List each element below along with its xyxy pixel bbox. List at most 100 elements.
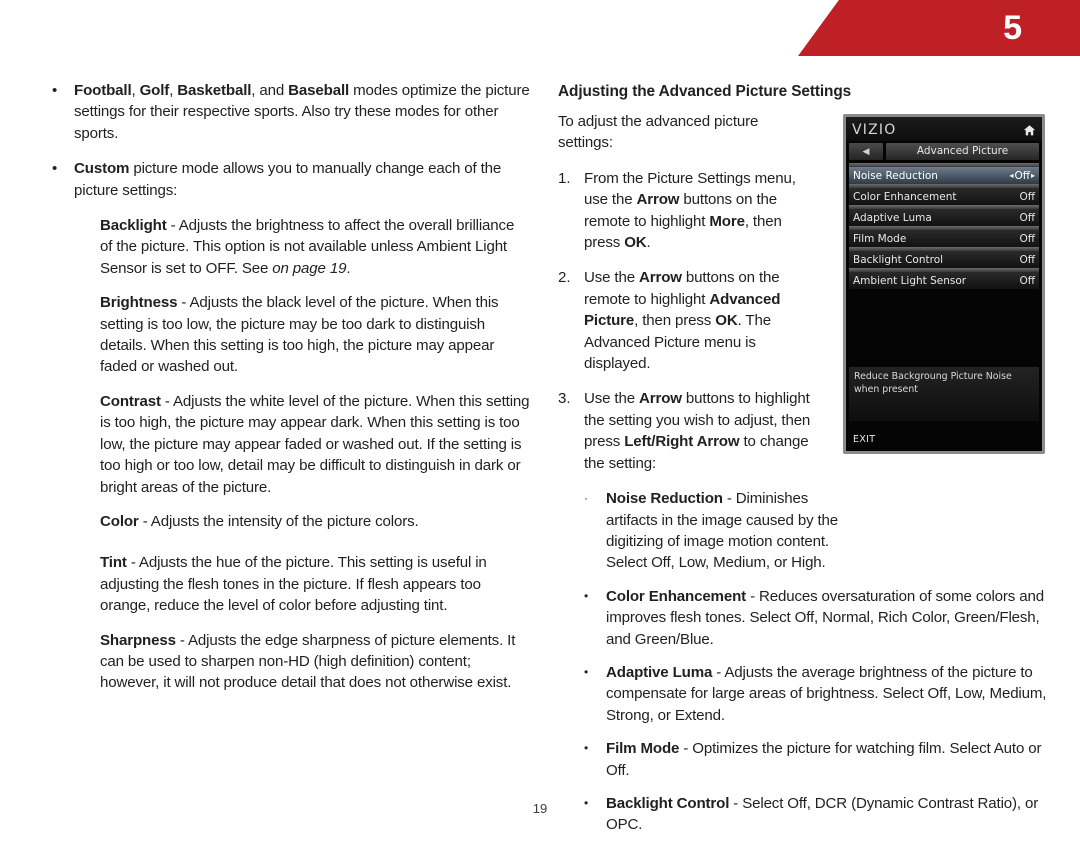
menu-exit-label[interactable]: EXIT (849, 434, 875, 445)
step-number: 3. (558, 390, 571, 408)
text-run: , and (251, 82, 289, 99)
setting-bullet-text: Noise Reduction - Diminishes artifacts i… (606, 488, 846, 574)
text-run: Use the (584, 390, 640, 408)
right-arrow-icon[interactable]: ▸ (1031, 171, 1035, 180)
tv-screen: VIZIO ◀ Advanced Picture Noise Reduction… (846, 117, 1042, 451)
menu-row[interactable]: Ambient Light Sensor Off (849, 272, 1039, 289)
menu-row[interactable]: Film Mode Off (849, 230, 1039, 247)
text-run: Tint (100, 554, 127, 572)
text-run: , (131, 82, 140, 99)
left-arrow-icon[interactable]: ◂ (1009, 171, 1013, 180)
text-run: Adaptive Luma (606, 663, 713, 681)
text-run: Golf (139, 82, 170, 99)
page-number-footer: 19 (532, 801, 548, 816)
home-icon[interactable] (1023, 124, 1036, 137)
text-run: picture mode allows you to manually chan… (74, 160, 502, 199)
bullet-marker: • (52, 160, 58, 178)
bullet-marker: • (584, 664, 589, 679)
menu-row[interactable]: Noise Reduction ◂ Off ▸ (849, 167, 1039, 184)
menu-row-value: Off (1020, 212, 1036, 224)
menu-row-value-text: Off (1019, 232, 1036, 245)
chapter-number: 5 (1003, 9, 1022, 47)
menu-help-panel: Reduce Backgroung Picture Noise when pre… (849, 367, 1039, 421)
setting-definition: Color - Adjusts the intensity of the pic… (100, 511, 530, 532)
menu-row[interactable]: Adaptive Luma Off (849, 209, 1039, 226)
left-bullet-list: • Football, Golf, Basketball, and Basebal… (52, 80, 530, 201)
back-arrow-icon: ◀ (862, 145, 870, 156)
setting-bullet-text: Color Enhancement - Reduces oversaturati… (606, 586, 1048, 650)
step-text: Use the Arrow buttons to highlight the s… (584, 388, 820, 474)
text-run: Brightness (100, 294, 178, 312)
menu-title: Advanced Picture (886, 142, 1039, 160)
menu-top-bar: VIZIO (846, 117, 1042, 141)
setting-definition: Backlight - Adjusts the brightness to af… (100, 215, 530, 279)
menu-title-bar: ◀ Advanced Picture (849, 142, 1039, 160)
setting-bullet-item: • Film Mode - Optimizes the picture for w… (584, 738, 1048, 781)
text-run: on page 19 (272, 259, 347, 277)
step-text: From the Picture Settings menu, use the … (584, 168, 820, 254)
picture-setting-definitions: Backlight - Adjusts the brightness to af… (52, 215, 530, 694)
text-run: , then press (634, 312, 716, 330)
text-run: OK (715, 312, 738, 330)
menu-row-label: Noise Reduction (853, 169, 938, 182)
bullet-item: • Football, Golf, Basketball, and Basebal… (52, 80, 530, 144)
text-run: - Adjusts the white level of the picture… (100, 392, 530, 496)
setting-bullet-item: • Adaptive Luma - Adjusts the average bri… (584, 662, 1048, 726)
text-run: Baseball (288, 82, 350, 99)
bullet-marker: • (52, 82, 58, 99)
menu-row-value: Off (1020, 254, 1036, 266)
menu-row[interactable]: Color Enhancement Off (849, 188, 1039, 205)
section-heading: Adjusting the Advanced Picture Settings (558, 83, 852, 100)
bullet-marker: • (584, 741, 589, 756)
text-run: OK (624, 234, 647, 252)
text-run: Contrast (100, 392, 161, 410)
setting-bullet-text: Adaptive Luma - Adjusts the average brig… (606, 662, 1048, 726)
menu-row-value-text: Off (1019, 253, 1036, 266)
step-number: 1. (558, 169, 571, 187)
bullet-text: Football, Golf, Basketball, and Baseball… (74, 80, 530, 144)
menu-rows-list: Noise Reduction ◂ Off ▸ Color Enhancement Off… (849, 163, 1039, 289)
setting-definition: Contrast - Adjusts the white level of th… (100, 391, 530, 498)
text-run: Sharpness (100, 631, 176, 649)
menu-row-value-text: Off (1014, 169, 1030, 182)
text-run: . (346, 259, 351, 277)
setting-definition: Brightness - Adjusts the black level of … (100, 292, 530, 378)
back-arrow-button[interactable]: ◀ (849, 142, 883, 160)
setting-bullet-item: • Color Enhancement - Reduces oversaturat… (584, 586, 1048, 650)
menu-row-label: Adaptive Luma (853, 211, 932, 224)
bullet-item: • Custom picture mode allows you to manua… (52, 158, 530, 201)
text-run: Use the (584, 269, 640, 287)
text-run: Football (74, 82, 132, 99)
bullet-marker: · (584, 491, 588, 506)
text-run: Custom (74, 160, 130, 178)
advanced-setting-bullet-list: · Noise Reduction - Diminishes artifacts … (558, 488, 1048, 836)
vizio-logo: VIZIO (852, 122, 897, 138)
step-text: Use the Arrow buttons on the remote to h… (584, 267, 820, 374)
menu-row[interactable]: Backlight Control Off (849, 251, 1039, 268)
bullet-text: Custom picture mode allows you to manual… (74, 158, 530, 201)
step-item: 1. From the Picture Settings menu, use th… (558, 168, 820, 254)
menu-row-label: Color Enhancement (853, 190, 957, 203)
menu-row-value-text: Off (1019, 274, 1036, 287)
text-run: - Adjusts the hue of the picture. This s… (100, 554, 487, 615)
text-run: Basketball (177, 82, 252, 99)
step-item: 2. Use the Arrow buttons on the remote to… (558, 267, 820, 374)
setting-definition: Sharpness - Adjusts the edge sharpness o… (100, 630, 530, 694)
menu-row-value-text: Off (1019, 190, 1036, 203)
setting-bullet-item: · Noise Reduction - Diminishes artifacts … (584, 488, 846, 574)
page-header-banner: 5 (0, 0, 1080, 56)
text-run: Backlight (100, 217, 167, 235)
text-run: Left/Right Arrow (624, 433, 740, 451)
menu-row-label: Film Mode (853, 232, 907, 245)
menu-row-label: Ambient Light Sensor (853, 274, 967, 287)
menu-row-value-text: Off (1019, 211, 1036, 224)
text-run: Arrow (639, 390, 682, 408)
text-run: Color (100, 512, 139, 530)
menu-row-value: Off (1020, 233, 1036, 245)
bullet-marker: • (584, 588, 589, 603)
text-run: Color Enhancement (606, 587, 747, 605)
red-banner-shape (798, 0, 1080, 56)
left-text-column: • Football, Golf, Basketball, and Basebal… (52, 80, 530, 707)
text-run: . (646, 234, 651, 252)
intro-paragraph: To adjust the advanced picture settings: (558, 113, 759, 152)
